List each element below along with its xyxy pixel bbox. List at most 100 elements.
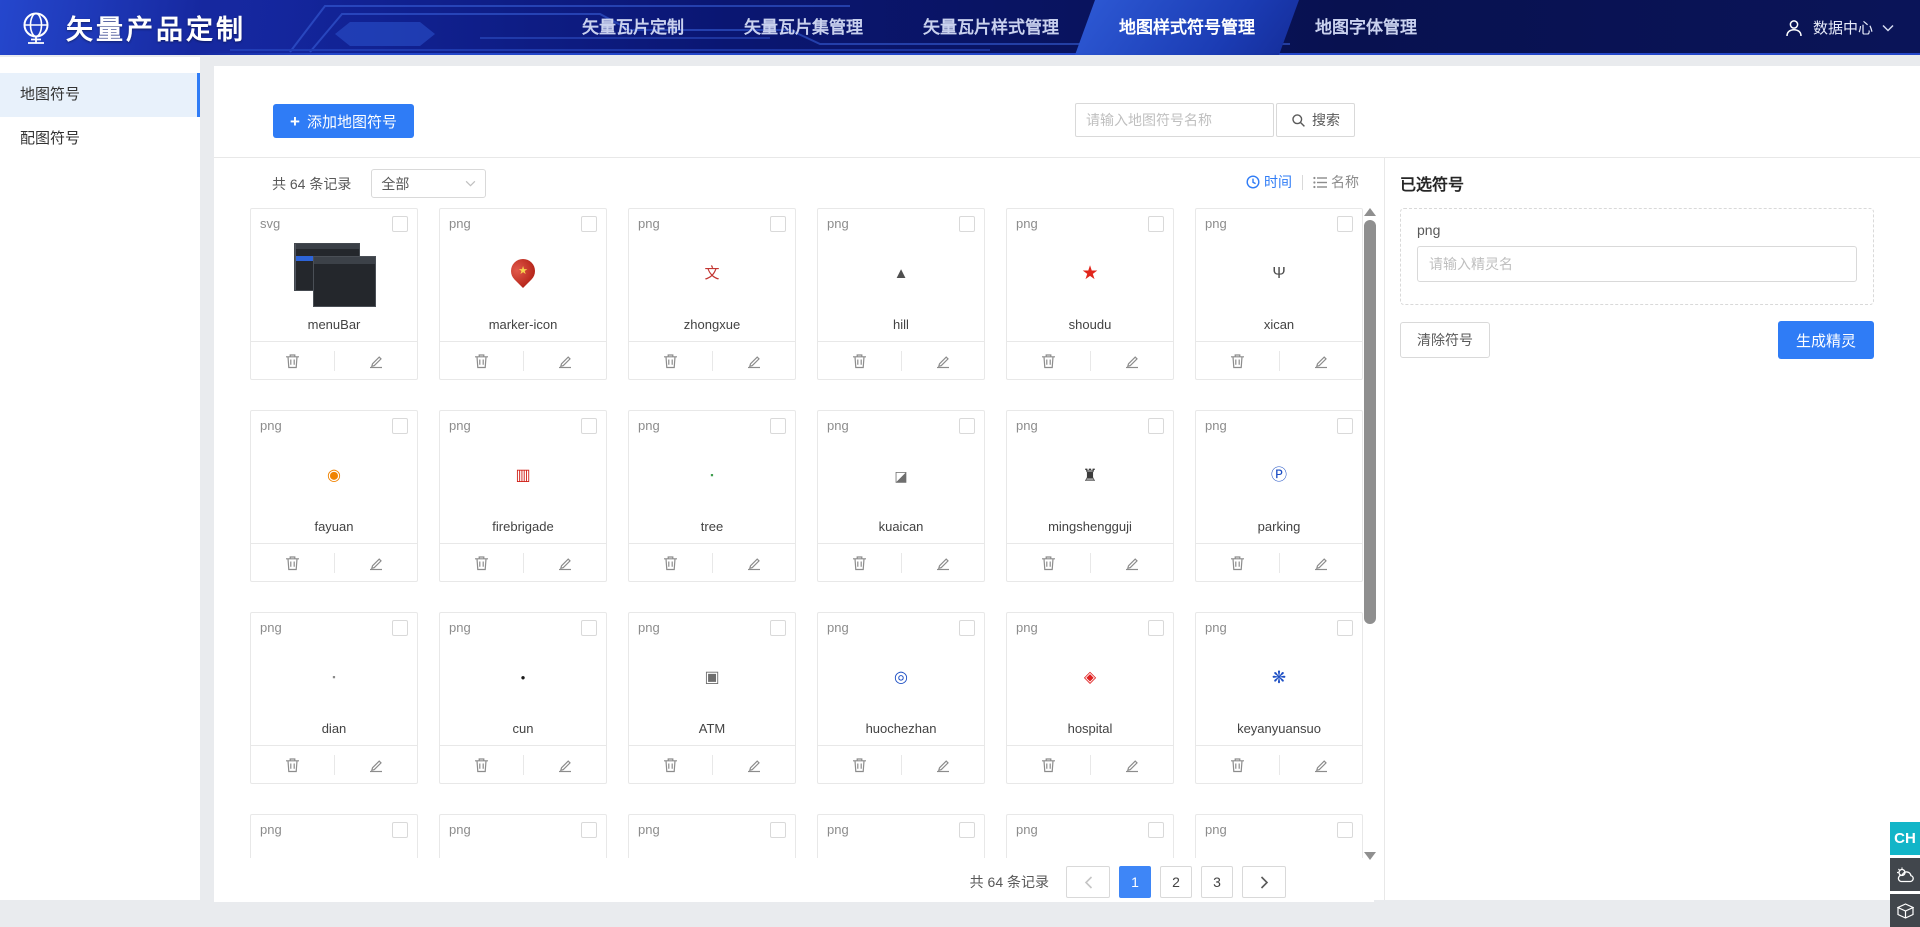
edit-symbol-button[interactable] (902, 746, 985, 783)
delete-symbol-button[interactable] (629, 746, 712, 783)
nav-tab[interactable]: 矢量瓦片定制 (552, 0, 714, 55)
symbol-card-body[interactable]: png ▲ hill (818, 209, 984, 341)
delete-symbol-button[interactable] (1007, 746, 1090, 783)
symbol-card-body[interactable]: png (251, 815, 417, 858)
card-checkbox[interactable] (581, 216, 597, 232)
symbol-card-body[interactable]: png (440, 815, 606, 858)
user-menu[interactable]: 数据中心 (1784, 0, 1894, 55)
language-button[interactable]: CH (1890, 822, 1920, 855)
delete-symbol-button[interactable] (440, 342, 523, 379)
scrollbar-thumb[interactable] (1364, 220, 1376, 624)
symbol-card-body[interactable]: png ● cun (440, 613, 606, 745)
symbol-card-body[interactable]: png ▥ firebrigade (440, 411, 606, 543)
page-button[interactable]: 3 (1201, 866, 1233, 898)
delete-symbol-button[interactable] (818, 544, 901, 581)
edit-symbol-button[interactable] (524, 342, 607, 379)
scroll-down-arrow[interactable] (1364, 852, 1376, 860)
edit-symbol-button[interactable] (1091, 544, 1174, 581)
edit-symbol-button[interactable] (902, 544, 985, 581)
sort-by-time[interactable]: 时间 (1246, 172, 1292, 192)
delete-symbol-button[interactable] (1196, 544, 1279, 581)
symbol-card-body[interactable]: png (1196, 815, 1362, 858)
card-checkbox[interactable] (392, 620, 408, 636)
nav-tab[interactable]: 矢量瓦片样式管理 (893, 0, 1089, 55)
card-checkbox[interactable] (1148, 216, 1164, 232)
card-checkbox[interactable] (770, 822, 786, 838)
card-checkbox[interactable] (1337, 418, 1353, 434)
generate-sprite-button[interactable]: 生成精灵 (1778, 321, 1874, 359)
edit-symbol-button[interactable] (1091, 342, 1174, 379)
card-checkbox[interactable] (392, 418, 408, 434)
search-button[interactable]: 搜索 (1276, 103, 1355, 137)
card-checkbox[interactable] (959, 620, 975, 636)
card-checkbox[interactable] (1337, 620, 1353, 636)
symbol-card-body[interactable]: png (818, 815, 984, 858)
sidebar-item[interactable]: 地图符号 (0, 73, 200, 117)
sort-by-name[interactable]: 名称 (1313, 172, 1359, 192)
symbol-card-body[interactable]: png ◉ fayuan (251, 411, 417, 543)
card-checkbox[interactable] (1148, 822, 1164, 838)
page-button[interactable]: 2 (1160, 866, 1192, 898)
edit-symbol-button[interactable] (1280, 342, 1363, 379)
symbol-card-body[interactable]: png ◈ hospital (1007, 613, 1173, 745)
card-checkbox[interactable] (1337, 822, 1353, 838)
symbol-card-body[interactable]: png (1007, 815, 1173, 858)
delete-symbol-button[interactable] (1196, 746, 1279, 783)
card-checkbox[interactable] (959, 216, 975, 232)
card-checkbox[interactable] (392, 822, 408, 838)
card-checkbox[interactable] (1148, 620, 1164, 636)
add-symbol-button[interactable]: + 添加地图符号 (273, 104, 414, 138)
clear-symbols-button[interactable]: 清除符号 (1400, 322, 1490, 358)
edit-symbol-button[interactable] (1280, 746, 1363, 783)
nav-tab[interactable]: 地图样式符号管理 (1089, 0, 1285, 55)
sidebar-item[interactable]: 配图符号 (0, 117, 200, 161)
symbol-card-body[interactable]: png ▪ dian (251, 613, 417, 745)
delete-symbol-button[interactable] (1196, 342, 1279, 379)
symbol-card-body[interactable]: png ▪ tree (629, 411, 795, 543)
card-checkbox[interactable] (581, 620, 597, 636)
page-button[interactable]: 1 (1119, 866, 1151, 898)
edit-symbol-button[interactable] (524, 746, 607, 783)
card-checkbox[interactable] (770, 216, 786, 232)
delete-symbol-button[interactable] (1007, 544, 1090, 581)
delete-symbol-button[interactable] (1007, 342, 1090, 379)
delete-symbol-button[interactable] (251, 342, 334, 379)
symbol-card-body[interactable]: svg menuBar (251, 209, 417, 341)
card-checkbox[interactable] (770, 620, 786, 636)
edit-symbol-button[interactable] (335, 342, 418, 379)
symbol-card-body[interactable]: png ◎ huochezhan (818, 613, 984, 745)
card-checkbox[interactable] (959, 418, 975, 434)
delete-symbol-button[interactable] (818, 746, 901, 783)
nav-tab[interactable]: 地图字体管理 (1285, 0, 1447, 55)
type-filter-select[interactable]: 全部 (371, 169, 486, 198)
delete-symbol-button[interactable] (440, 544, 523, 581)
scroll-up-arrow[interactable] (1364, 208, 1376, 216)
symbol-card-body[interactable]: png ▣ ATM (629, 613, 795, 745)
symbol-card-body[interactable]: png ★ shoudu (1007, 209, 1173, 341)
delete-symbol-button[interactable] (251, 544, 334, 581)
delete-symbol-button[interactable] (440, 746, 523, 783)
symbol-card-body[interactable]: png 文 zhongxue (629, 209, 795, 341)
edit-symbol-button[interactable] (713, 746, 796, 783)
grid-scrollbar[interactable] (1363, 206, 1377, 862)
sprite-name-input[interactable] (1417, 246, 1857, 282)
edit-symbol-button[interactable] (713, 544, 796, 581)
card-checkbox[interactable] (581, 418, 597, 434)
delete-symbol-button[interactable] (818, 342, 901, 379)
card-checkbox[interactable] (1148, 418, 1164, 434)
package-button[interactable] (1890, 894, 1920, 927)
symbol-card-body[interactable]: png (629, 815, 795, 858)
delete-symbol-button[interactable] (629, 342, 712, 379)
search-input[interactable] (1075, 103, 1274, 137)
edit-symbol-button[interactable] (1280, 544, 1363, 581)
card-checkbox[interactable] (392, 216, 408, 232)
edit-symbol-button[interactable] (902, 342, 985, 379)
weather-button[interactable] (1890, 858, 1920, 891)
symbol-card-body[interactable]: png marker-icon (440, 209, 606, 341)
symbol-card-body[interactable]: png ◪ kuaican (818, 411, 984, 543)
edit-symbol-button[interactable] (713, 342, 796, 379)
symbol-card-body[interactable]: png ♜ mingshengguji (1007, 411, 1173, 543)
symbol-card-body[interactable]: png Ⓟ parking (1196, 411, 1362, 543)
card-checkbox[interactable] (959, 822, 975, 838)
prev-page-button[interactable] (1066, 866, 1110, 898)
